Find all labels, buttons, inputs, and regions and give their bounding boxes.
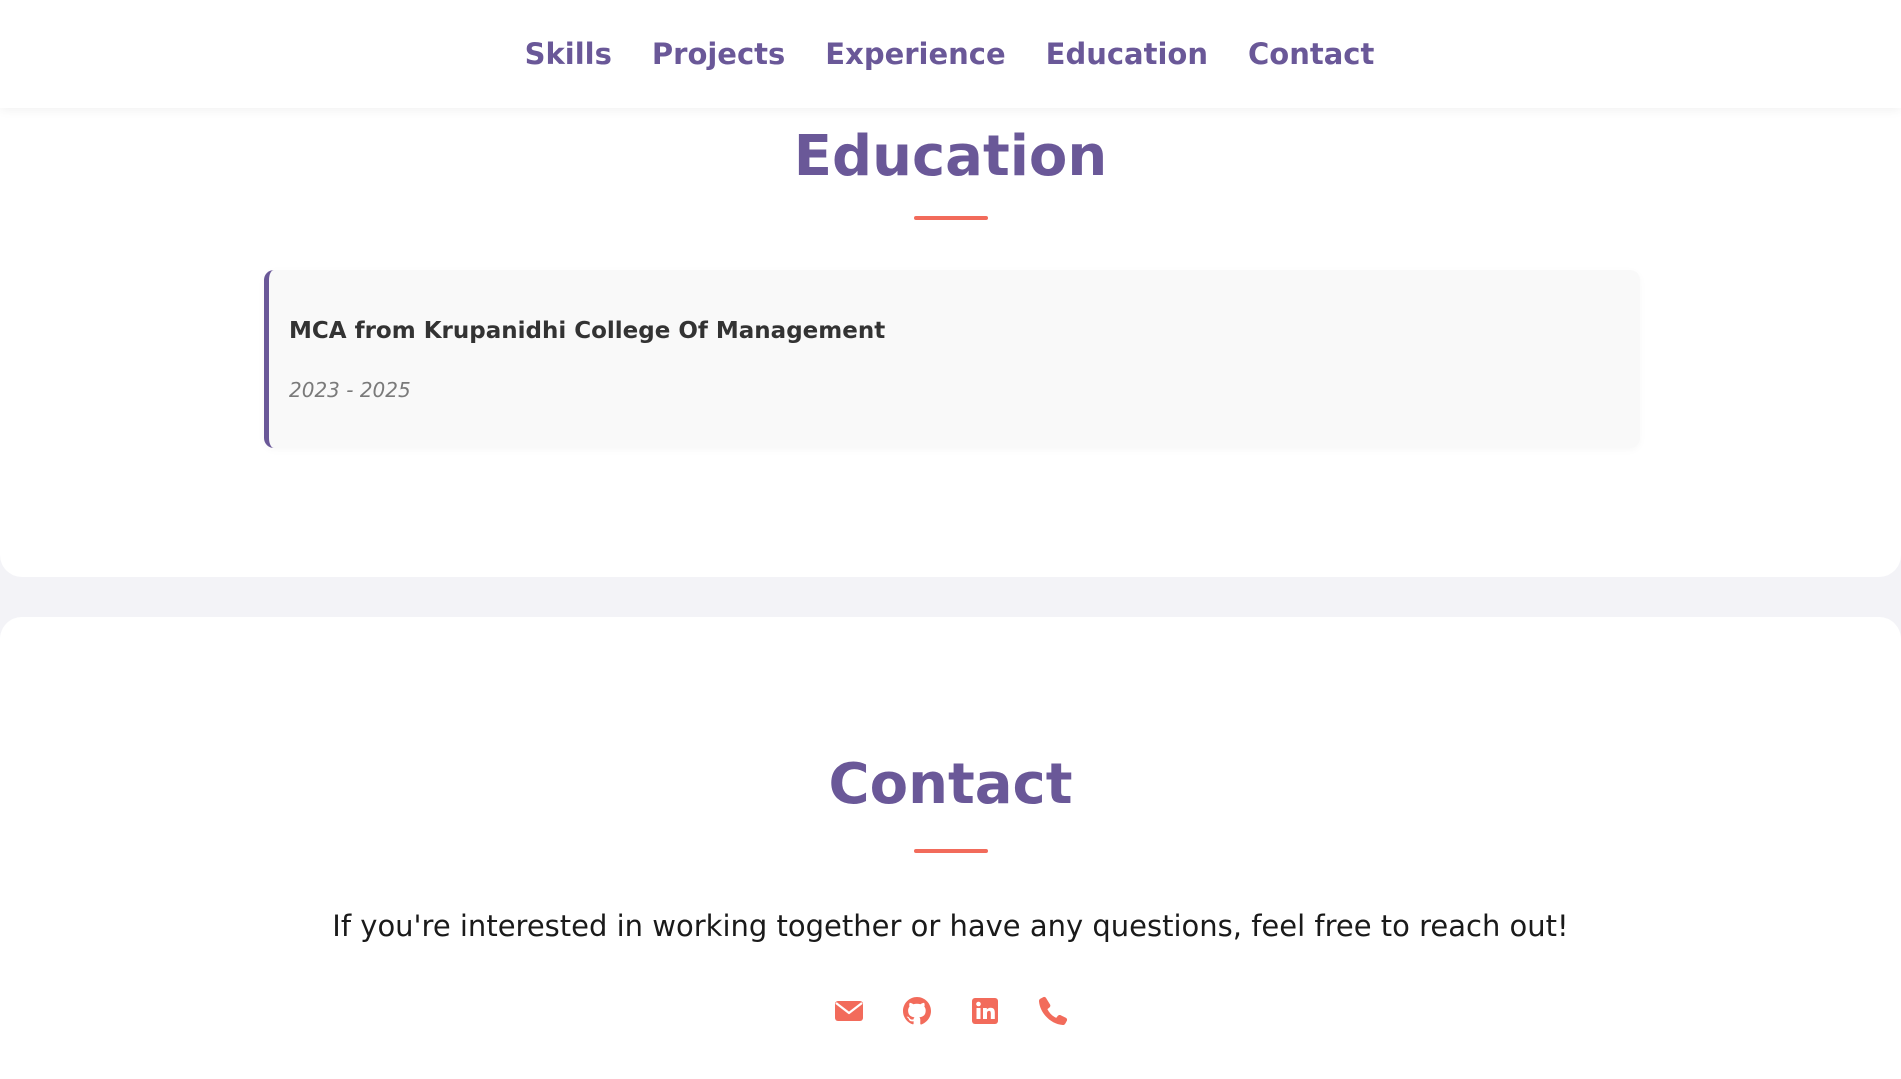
social-links [0, 995, 1901, 1027]
education-degree: MCA from Krupanidhi College Of Managemen… [289, 318, 886, 344]
linkedin-link[interactable] [969, 995, 1001, 1027]
nav-link-experience[interactable]: Experience [825, 37, 1005, 71]
phone-icon [1037, 995, 1069, 1027]
education-card: MCA from Krupanidhi College Of Managemen… [264, 270, 1640, 448]
contact-title-underline [914, 849, 988, 853]
linkedin-icon [969, 995, 1001, 1027]
envelope-icon [833, 995, 865, 1027]
contact-section: Contact If you're interested in working … [0, 617, 1901, 1079]
education-title-underline [914, 216, 988, 220]
github-link[interactable] [901, 995, 933, 1027]
contact-title: Contact [828, 752, 1073, 817]
education-years: 2023 - 2025 [289, 378, 411, 402]
github-icon [901, 995, 933, 1027]
email-link[interactable] [833, 995, 865, 1027]
education-title: Education [793, 124, 1108, 189]
nav-link-projects[interactable]: Projects [652, 37, 785, 71]
navbar: Skills Projects Experience Education Con… [0, 0, 1901, 108]
nav-link-contact[interactable]: Contact [1248, 37, 1374, 71]
nav-link-education[interactable]: Education [1046, 37, 1208, 71]
contact-message: If you're interested in working together… [332, 909, 1569, 943]
nav-list: Skills Projects Experience Education Con… [525, 37, 1375, 71]
phone-link[interactable] [1037, 995, 1069, 1027]
nav-link-skills[interactable]: Skills [525, 37, 612, 71]
